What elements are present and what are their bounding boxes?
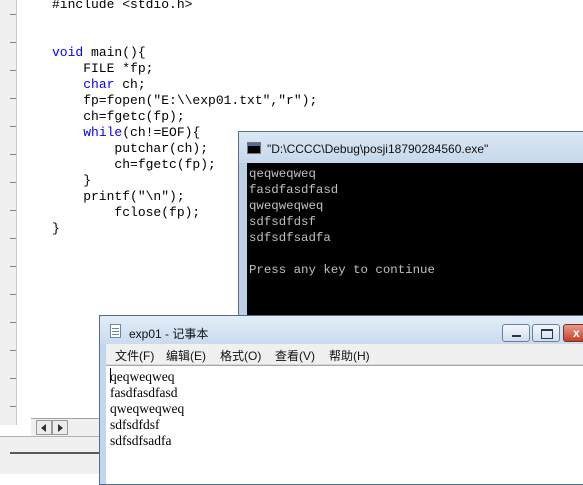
minimize-icon	[512, 335, 521, 337]
gutter-tick	[10, 238, 16, 239]
notepad-menubar: 文件(F) 编辑(E) 格式(O) 查看(V) 帮助(H)	[106, 344, 583, 365]
text-caret	[110, 368, 111, 383]
code-line: FILE *fp;	[52, 61, 317, 77]
editor-gutter	[0, 0, 17, 425]
code-text: fclose(fp);	[52, 205, 201, 220]
status-line	[10, 452, 100, 454]
gutter-tick	[10, 322, 16, 323]
code-keyword: void	[52, 45, 84, 60]
code-line: char ch;	[52, 77, 317, 93]
code-line: ch=fgetc(fp);	[52, 109, 317, 125]
code-text: ch;	[114, 77, 146, 92]
menu-view[interactable]: 查看(V)	[275, 347, 315, 364]
close-icon: x	[573, 326, 580, 340]
code-text: putchar(ch);	[52, 141, 209, 156]
arrow-left-icon	[41, 424, 46, 432]
console-output[interactable]: qeqweqweq fasdfasdfasd qweqweqweq sdfsdfdsf…	[247, 163, 583, 330]
console-line: sdfsdfsadfa	[249, 231, 331, 245]
code-line: void main(){	[52, 45, 317, 61]
arrow-right-icon	[58, 424, 63, 432]
scroll-right-button[interactable]	[52, 420, 68, 435]
code-text: ch=fgetc(fp);	[52, 109, 185, 124]
notepad-icon	[110, 324, 121, 338]
gutter-tick	[10, 42, 16, 43]
gutter-tick	[10, 350, 16, 351]
notepad-titlebar[interactable]: exp01 - 记事本 x	[100, 316, 583, 344]
console-line: sdfsdfdsf	[249, 215, 316, 229]
code-text: FILE *fp;	[52, 61, 154, 76]
code-text: fp=fopen("E:\\exp01.txt","r");	[52, 93, 318, 108]
notepad-window[interactable]: exp01 - 记事本 x 文件(F) 编辑(E) 格式(O) 查看(V) 帮助…	[99, 315, 583, 485]
code-line: fp=fopen("E:\\exp01.txt","r");	[52, 93, 317, 109]
maximize-icon	[541, 329, 553, 339]
gutter-tick	[10, 406, 16, 407]
code-text: (ch!=EOF){	[122, 125, 201, 140]
gutter-tick	[10, 70, 16, 71]
gutter-tick	[10, 126, 16, 127]
code-line: #include <stdio.h>	[52, 0, 317, 13]
notepad-line: qeqweqweq	[110, 369, 175, 384]
close-button[interactable]: x	[563, 324, 583, 342]
menu-edit[interactable]: 编辑(E)	[166, 347, 206, 364]
code-text: #include <stdio.h>	[52, 0, 193, 12]
code-keyword: char	[83, 77, 115, 92]
console-title: "D:\CCCC\Debug\posji18790284560.exe"	[267, 142, 489, 156]
code-text: }	[52, 221, 60, 236]
minimize-button[interactable]	[502, 324, 530, 342]
console-text: qeqweqweq fasdfasdfasd qweqweqweq sdfsdfdsf…	[247, 163, 583, 278]
menu-help[interactable]: 帮助(H)	[329, 347, 370, 364]
console-titlebar[interactable]: "D:\CCCC\Debug\posji18790284560.exe"	[239, 132, 583, 163]
console-window[interactable]: "D:\CCCC\Debug\posji18790284560.exe" qeq…	[238, 131, 583, 331]
notepad-line: sdfsdfsadfa	[110, 433, 172, 448]
notepad-line: fasdfasdfasd	[110, 385, 178, 400]
gutter-tick	[10, 210, 16, 211]
console-line: qeqweqweq	[249, 167, 316, 181]
gutter-tick	[10, 266, 16, 267]
code-text: main(){	[83, 45, 146, 60]
notepad-content: qeqweqweq fasdfasdfasd qweqweqweq sdfsdfdsf…	[106, 366, 583, 449]
notepad-line: sdfsdfdsf	[110, 417, 160, 432]
scroll-left-button[interactable]	[36, 420, 52, 435]
gutter-tick	[10, 378, 16, 379]
gutter-tick	[10, 182, 16, 183]
notepad-line: qweqweqweq	[110, 401, 185, 416]
console-line: fasdfasdfasd	[249, 183, 339, 197]
code-text: printf("\n");	[52, 189, 185, 204]
gutter-tick	[10, 98, 16, 99]
notepad-title: exp01 - 记事本	[129, 327, 209, 341]
console-line: qweqweqweq	[249, 199, 324, 213]
maximize-button[interactable]	[532, 324, 560, 342]
console-line: Press any key to continue	[249, 263, 435, 277]
gutter-tick	[10, 154, 16, 155]
code-text: }	[52, 173, 92, 188]
console-icon	[247, 142, 261, 154]
code-keyword: while	[83, 125, 123, 140]
menu-format[interactable]: 格式(O)	[220, 347, 261, 364]
code-text: ch=fgetc(fp);	[52, 157, 216, 172]
gutter-tick	[10, 14, 16, 15]
notepad-text-area[interactable]: qeqweqweq fasdfasdfasd qweqweqweq sdfsdfdsf…	[106, 365, 583, 484]
gutter-tick	[10, 294, 16, 295]
menu-file[interactable]: 文件(F)	[115, 347, 154, 364]
